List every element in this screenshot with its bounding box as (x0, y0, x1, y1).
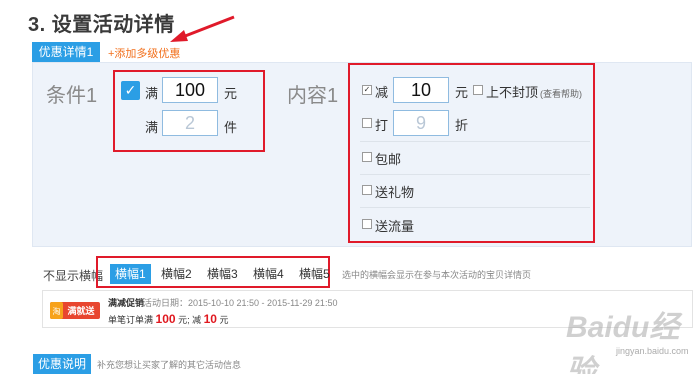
rule-prefix: 单笔订单满 (108, 315, 154, 325)
reduce-amount-input[interactable]: 10 (393, 77, 449, 103)
full-amount-unit: 元 (224, 86, 238, 101)
rule-discount: 10 (203, 312, 217, 326)
watermark-logo: Baidu经验 (566, 311, 680, 374)
free-shipping-checkbox[interactable] (362, 152, 372, 162)
discount-label: 打 (375, 118, 389, 133)
rule-suffix: 元 (219, 315, 229, 325)
banner-tab-5[interactable]: 横幅5 (299, 264, 330, 284)
full-amount-checkbox[interactable]: ✓ (121, 81, 140, 100)
full-count-unit: 件 (224, 120, 238, 135)
rule-amount: 100 (155, 312, 176, 326)
discount-unit: 折 (455, 118, 469, 133)
reduce-checkbox[interactable]: ✓ (362, 85, 372, 95)
full-count-label: 满 (145, 120, 159, 135)
no-cap-label: 上不封顶 (486, 85, 539, 100)
full-count-input[interactable]: 2 (162, 110, 218, 136)
add-multilevel-offer-link[interactable]: +添加多级优惠 (108, 45, 180, 61)
banner-tab-1[interactable]: 横幅1 (110, 264, 151, 284)
reduce-label: 减 (375, 85, 389, 100)
banner-tab-4[interactable]: 横幅4 (253, 264, 284, 284)
gift-checkbox[interactable] (362, 185, 372, 195)
discount-input[interactable]: 9 (393, 110, 449, 136)
help-link[interactable]: (查看帮助) (540, 87, 582, 100)
discount-checkbox[interactable] (362, 118, 372, 128)
promo-badge-icon: 淘 满就送 (50, 302, 100, 319)
gift-label: 送礼物 (375, 185, 415, 200)
promo-date: 活动日期：2015-10-10 21:50 - 2015-11-29 21:50 (143, 298, 338, 308)
traffic-label: 送流量 (375, 219, 415, 234)
promo-rule: 单笔订单满 100 元; 减 10 元 (108, 312, 229, 326)
divider (360, 174, 590, 175)
full-amount-input[interactable]: 100 (162, 77, 218, 103)
full-amount-label: 满 (145, 86, 159, 101)
badge-text: 满就送 (67, 305, 95, 317)
promo-name: 满减促销 (108, 298, 145, 308)
free-shipping-label: 包邮 (375, 152, 402, 167)
divider (360, 207, 590, 208)
divider (360, 141, 590, 142)
no-cap-checkbox[interactable] (473, 85, 483, 95)
offer-description-button[interactable]: 优惠说明 (33, 354, 91, 374)
traffic-checkbox[interactable] (362, 219, 372, 229)
badge-corner-text: 淘 (53, 306, 61, 316)
offer-description-hint: 补充您想让买家了解的其它活动信息 (97, 360, 242, 370)
arrow-annotation-icon (170, 15, 235, 42)
banner-tab-3[interactable]: 横幅3 (207, 264, 238, 284)
banner-tab-2[interactable]: 横幅2 (161, 264, 192, 284)
condition-section-label: 条件1 (46, 85, 98, 107)
rule-middle: 元; 减 (178, 315, 202, 325)
page-title: 3. 设置活动详情 (28, 14, 175, 36)
tab-offer-detail-1[interactable]: 优惠详情1 (32, 42, 100, 62)
banner-note: 选中的横幅会显示在参与本次活动的宝贝详情页 (342, 270, 532, 280)
watermark-url: jingyan.baidu.com (616, 346, 689, 356)
content-section-label: 内容1 (287, 85, 339, 107)
reduce-unit: 元 (455, 85, 469, 100)
no-banner-option[interactable]: 不显示横幅 (43, 267, 103, 284)
